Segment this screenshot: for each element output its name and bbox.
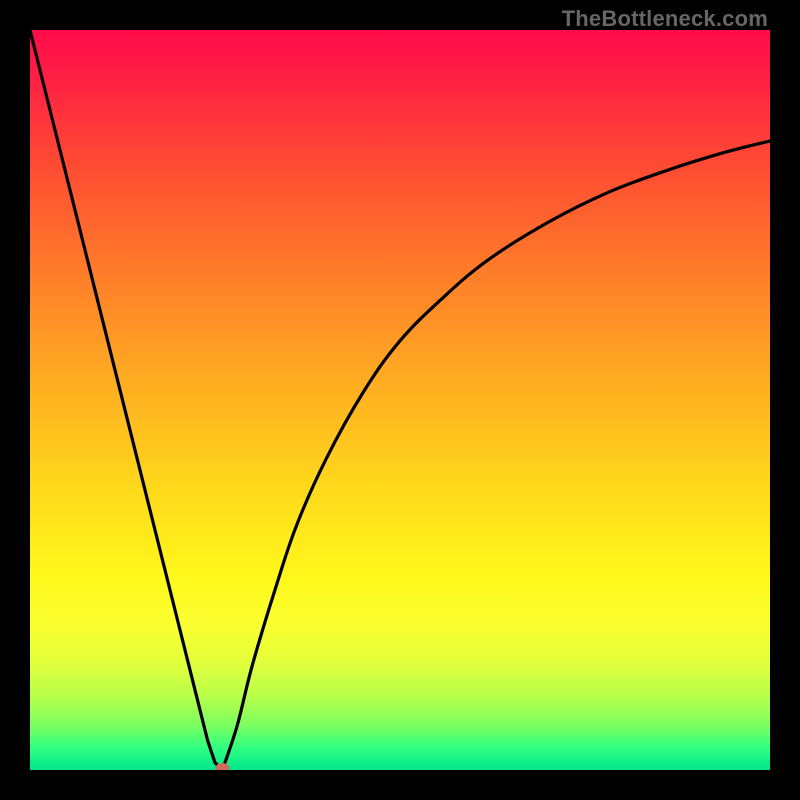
gradient-background bbox=[30, 30, 770, 770]
chart-frame bbox=[30, 30, 770, 770]
chart-svg bbox=[30, 30, 770, 770]
watermark-text: TheBottleneck.com bbox=[562, 6, 768, 32]
